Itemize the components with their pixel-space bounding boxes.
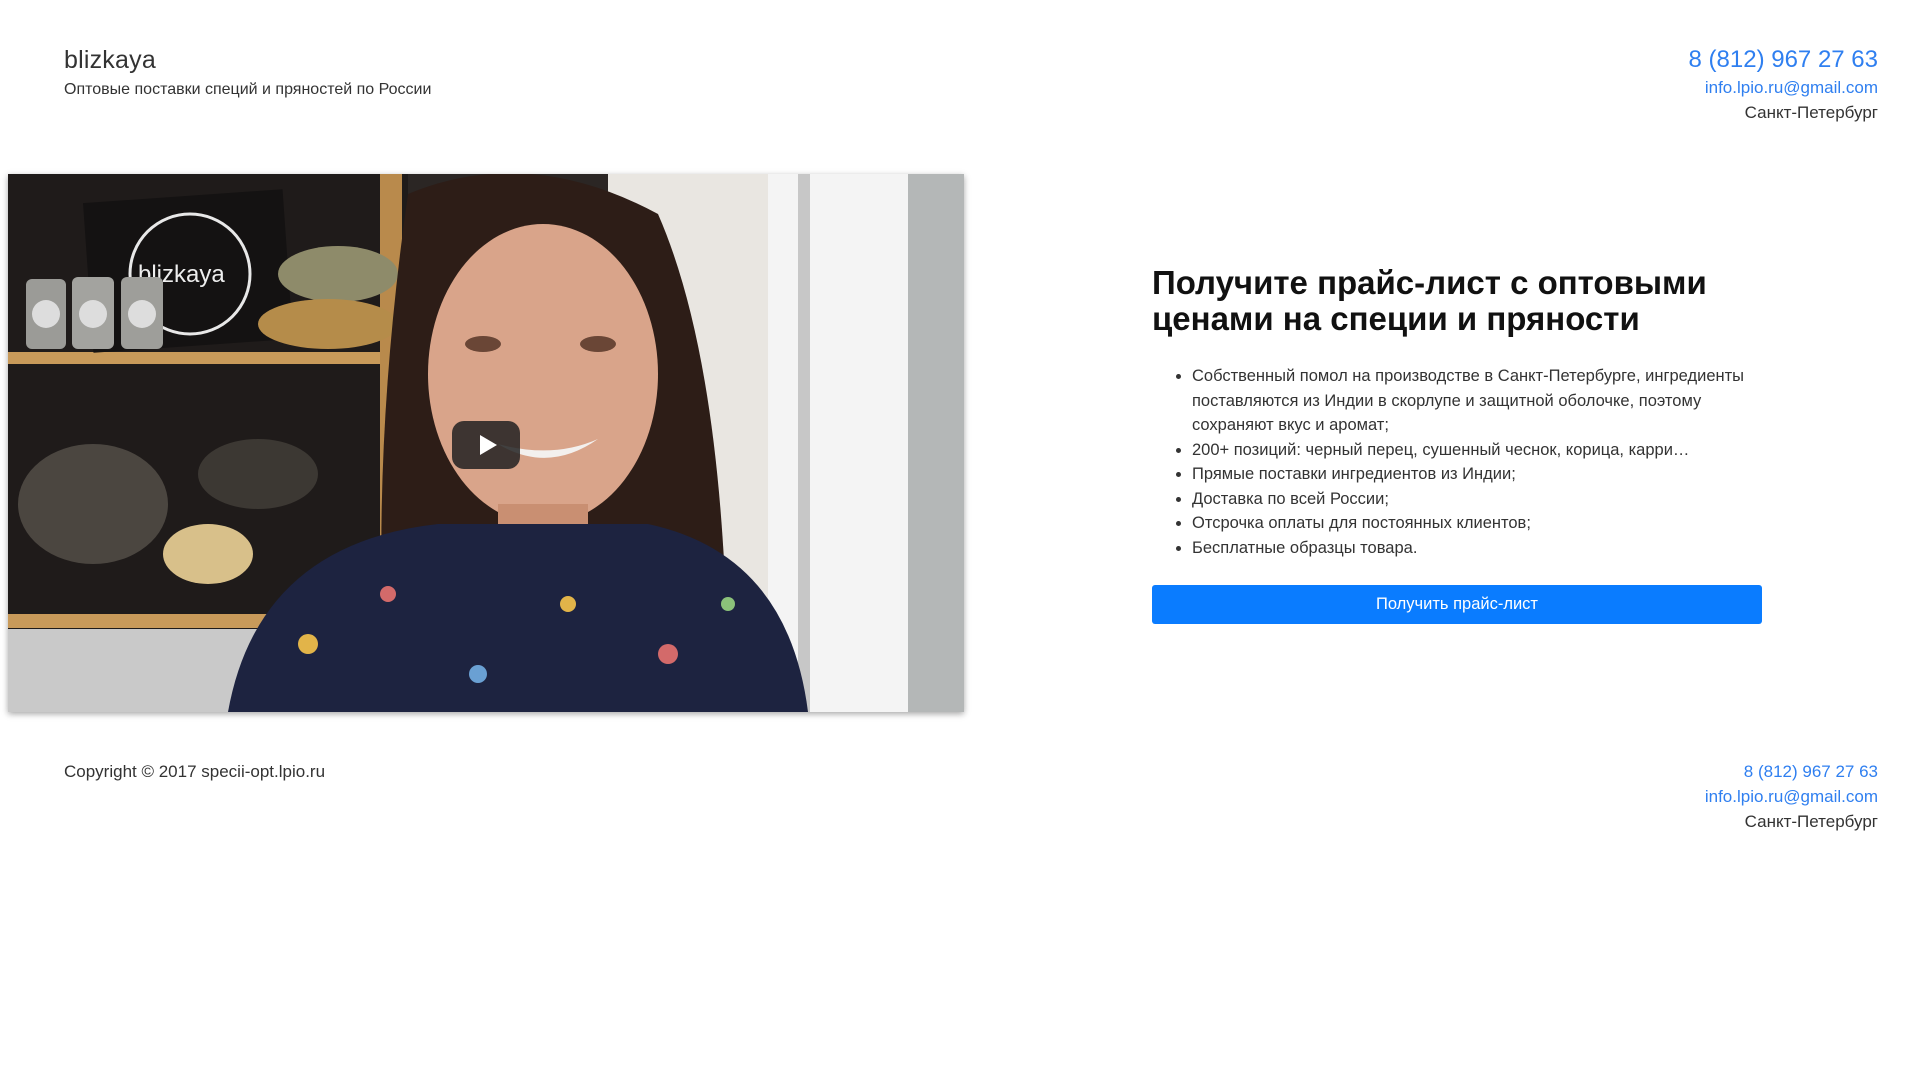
- offer-title: Получите прайс-лист с оптовыми ценами на…: [1152, 264, 1707, 337]
- footer-city: Санкт-Петербург: [1744, 812, 1878, 831]
- promo-video[interactable]: blizkaya: [8, 174, 964, 712]
- copyright-text: Copyright © 2017 specii-opt.lpio.ru: [64, 762, 326, 781]
- landing-page: blizkaya Оптовые поставки специй и пряно…: [0, 0, 1920, 1080]
- brand-block: blizkaya Оптовые поставки специй и пряно…: [64, 46, 431, 99]
- benefit-item: 200+ позиций: черный перец, сушенный чес…: [1192, 438, 1762, 463]
- header-contacts: 8 (812) 967 27 63 info.lpio.ru@gmail.com…: [1689, 46, 1878, 123]
- header-phone-link[interactable]: 8 (812) 967 27 63: [1689, 46, 1878, 74]
- brand-tagline: Оптовые поставки специй и пряностей по Р…: [64, 81, 432, 98]
- benefit-item: Бесплатные образцы товара.: [1192, 536, 1762, 561]
- benefit-item: Доставка по всей России;: [1192, 487, 1762, 512]
- get-price-list-button[interactable]: Получить прайс-лист: [1152, 585, 1762, 624]
- header-email-link[interactable]: info.lpio.ru@gmail.com: [1689, 78, 1878, 98]
- play-button[interactable]: [452, 421, 520, 469]
- footer-contacts: 8 (812) 967 27 63 info.lpio.ru@gmail.com…: [1705, 762, 1878, 832]
- benefit-item: Прямые поставки ингредиентов из Индии;: [1192, 462, 1762, 487]
- benefit-item: Отсрочка оплаты для постоянных клиентов;: [1192, 511, 1762, 536]
- footer-email-link[interactable]: info.lpio.ru@gmail.com: [1705, 787, 1878, 807]
- benefits-list: Собственный помол на производстве в Санк…: [1152, 364, 1762, 560]
- offer-section: Получите прайс-лист с оптовыми ценами на…: [1152, 265, 1762, 624]
- header-city: Санкт-Петербург: [1744, 103, 1878, 122]
- brand-name[interactable]: blizkaya: [64, 46, 431, 75]
- footer-phone-link[interactable]: 8 (812) 967 27 63: [1705, 762, 1878, 782]
- benefit-item: Собственный помол на производстве в Санк…: [1192, 364, 1762, 438]
- play-icon: [479, 435, 497, 455]
